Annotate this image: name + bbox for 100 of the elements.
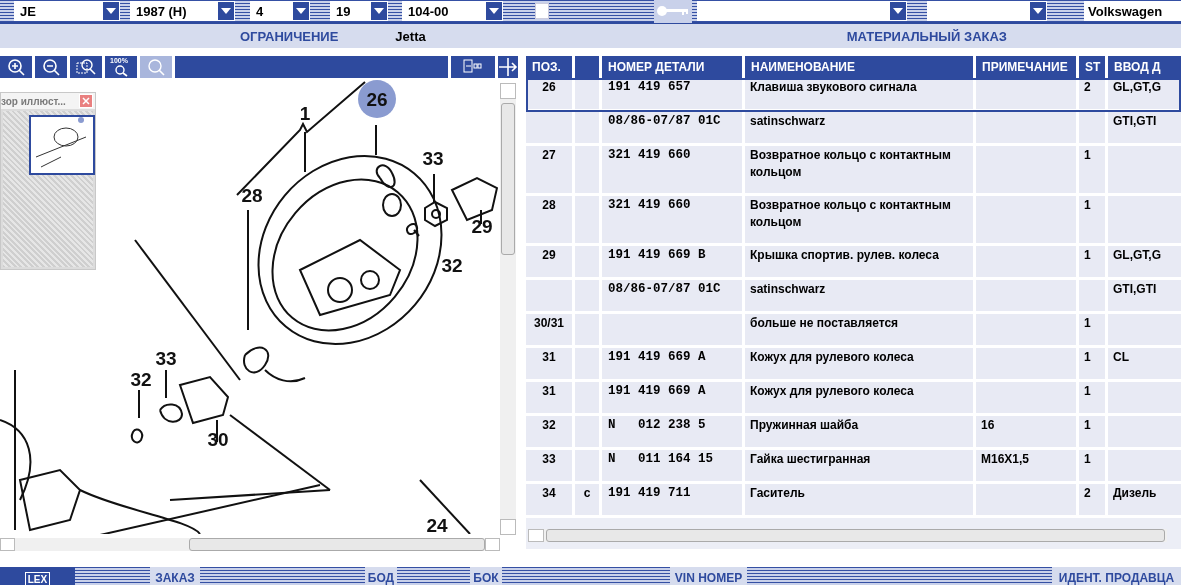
table-cell: 321 419 660 <box>602 146 742 193</box>
table-cell: 34 <box>526 484 572 515</box>
callout-number[interactable]: 32 <box>130 369 152 390</box>
table-cell: 1 <box>1079 314 1105 345</box>
table-cell: 08/86-07/87 01C <box>602 280 742 311</box>
callout-number[interactable]: 28 <box>241 185 263 206</box>
horizontal-scrollbar[interactable] <box>0 538 500 551</box>
dropdown-arrow-icon <box>374 8 384 14</box>
table-cell: GL,GT,G <box>1108 78 1181 109</box>
table-cell: Кожух для рулевого колеса <box>745 382 973 413</box>
toolbar-button[interactable] <box>35 56 67 78</box>
dropdown-field[interactable]: 4 <box>250 1 310 21</box>
bottom-tab[interactable]: БОД <box>365 567 397 585</box>
column-header[interactable]: ПОЗ. <box>526 56 572 78</box>
toolbar-button[interactable] <box>70 56 102 78</box>
table-row[interactable]: 28 321 419 660 Возвратное кольцо с контактным кольцом 1 <box>526 196 1181 246</box>
callout-number[interactable]: 33 <box>422 148 444 169</box>
table-cell: Гаситель <box>745 484 973 515</box>
zoom-area-icon <box>76 57 96 77</box>
search-icon <box>114 65 128 77</box>
column-header[interactable]: ST <box>1079 56 1105 78</box>
dropdown-arrow-icon <box>221 8 231 14</box>
table-cell: больше не поставляется <box>745 314 973 345</box>
column-header[interactable]: ПРИМЕЧАНИЕ <box>976 56 1076 78</box>
dropdown-arrow-icon <box>296 8 306 14</box>
dropdown-field[interactable] <box>927 1 1047 21</box>
horizontal-scrollbar[interactable] <box>528 529 1167 542</box>
table-cell: Гайка шестигранная <box>745 450 973 481</box>
table-cell <box>575 112 599 143</box>
bottom-tab[interactable]: ЗАКАЗ <box>150 567 200 585</box>
table-row[interactable]: 30/31 больше не поставляется 1 <box>526 314 1181 348</box>
table-cell: Дизель <box>1108 484 1181 515</box>
table-cell: 31 <box>526 382 572 413</box>
close-icon[interactable] <box>79 94 93 108</box>
overview-title: зор иллюст... <box>1 95 67 107</box>
dropdown-field[interactable]: 1987 (H) <box>130 1 235 21</box>
table-cell: N 012 238 5 <box>602 416 742 447</box>
table-row[interactable]: 31 191 419 669 A Кожух для рулевого колеса 1 CL <box>526 348 1181 382</box>
table-cell: CL <box>1108 348 1181 379</box>
vertical-scrollbar[interactable] <box>500 83 516 535</box>
table-cell: 32 <box>526 416 572 447</box>
overview-viewport-thumbnail[interactable] <box>29 115 95 175</box>
dropdown-arrow-icon <box>1033 8 1043 14</box>
make-field[interactable]: Volkswagen <box>1084 1 1181 21</box>
table-cell: 28 <box>526 196 572 243</box>
table-cell: 191 419 669 A <box>602 382 742 413</box>
callout-number[interactable]: 29 <box>471 216 493 237</box>
table-row[interactable]: 27 321 419 660 Возвратное кольцо с контактным кольцом 1 <box>526 146 1181 196</box>
dropdown-field[interactable]: JE <box>14 1 120 21</box>
dropdown-arrow-icon <box>893 8 903 14</box>
callout-number[interactable]: 1 <box>299 103 311 124</box>
table-cell: 191 419 669 A <box>602 348 742 379</box>
toolbar-button[interactable] <box>498 56 518 78</box>
table-row[interactable]: 26 191 419 657 Клавиша звукового сигнала 2 GL,GT,G <box>526 78 1181 112</box>
table-cell: Крышка спортив. рулев. колеса <box>745 246 973 277</box>
dropdown-field[interactable]: 104-00 <box>402 1 503 21</box>
table-cell: 1 <box>1079 196 1105 243</box>
callout-number[interactable]: 33 <box>155 348 177 369</box>
column-header[interactable]: НОМЕР ДЕТАЛИ <box>602 56 742 78</box>
table-cell: 31 <box>526 348 572 379</box>
table-cell: 191 419 657 <box>602 78 742 109</box>
toolbar-button[interactable] <box>0 56 32 78</box>
table-cell: 27 <box>526 146 572 193</box>
table-cell: 2 <box>1079 78 1105 109</box>
toolbar-button[interactable] <box>451 56 495 78</box>
table-row[interactable]: 31 191 419 669 A Кожух для рулевого колеса 1 <box>526 382 1181 416</box>
column-header[interactable]: НАИМЕНОВАНИЕ <box>745 56 973 78</box>
table-row[interactable]: 08/86-07/87 01C satinschwarz GTI,GTI <box>526 280 1181 314</box>
table-cell: 1 <box>1079 348 1105 379</box>
callout-number[interactable]: 24 <box>426 515 448 534</box>
callout-number[interactable]: 32 <box>441 255 463 276</box>
table-cell: GTI,GTI <box>1108 280 1181 311</box>
table-row[interactable]: 08/86-07/87 01C satinschwarz GTI,GTI <box>526 112 1181 146</box>
column-header[interactable]: ВВОД Д <box>1108 56 1181 78</box>
table-cell <box>526 112 572 143</box>
bottom-tab[interactable]: БОК <box>470 567 502 585</box>
bottom-tab[interactable]: VIN НОМЕР <box>670 567 747 585</box>
logo-badge: LEX <box>0 567 75 585</box>
table-cell: Возвратное кольцо с контактным кольцом <box>745 146 973 193</box>
bottom-tab[interactable]: ИДЕНТ. ПРОДАВЦА <box>1052 567 1181 585</box>
table-cell: 08/86-07/87 01C <box>602 112 742 143</box>
table-row[interactable]: 32 N 012 238 5 Пружинная шайба 16 1 <box>526 416 1181 450</box>
table-row[interactable]: 29 191 419 669 B Крышка спортив. рулев. колеса 1 GL,GT,G <box>526 246 1181 280</box>
table-cell: 1 <box>1079 450 1105 481</box>
table-cell: N 011 164 15 <box>602 450 742 481</box>
table-cell: 191 419 669 B <box>602 246 742 277</box>
dropdown-field[interactable] <box>697 1 907 21</box>
model-name: Jetta <box>395 28 426 44</box>
callout-number[interactable]: 30 <box>207 429 229 450</box>
table-cell: 29 <box>526 246 572 277</box>
dropdown-arrow-icon <box>106 8 116 14</box>
dropdown-field[interactable]: 19 <box>330 1 388 21</box>
table-cell: GL,GT,G <box>1108 246 1181 277</box>
zoom-in-icon <box>6 57 26 77</box>
callout-number[interactable]: 26 <box>358 80 396 118</box>
table-row[interactable]: 34 c 191 419 711 Гаситель 2 Дизель <box>526 484 1181 518</box>
table-row[interactable]: 33 N 011 164 15 Гайка шестигранная M16X1,5 1 <box>526 450 1181 484</box>
table-cell: 321 419 660 <box>602 196 742 243</box>
table-cell: satinschwarz <box>745 112 973 143</box>
checkbox[interactable] <box>535 3 549 19</box>
